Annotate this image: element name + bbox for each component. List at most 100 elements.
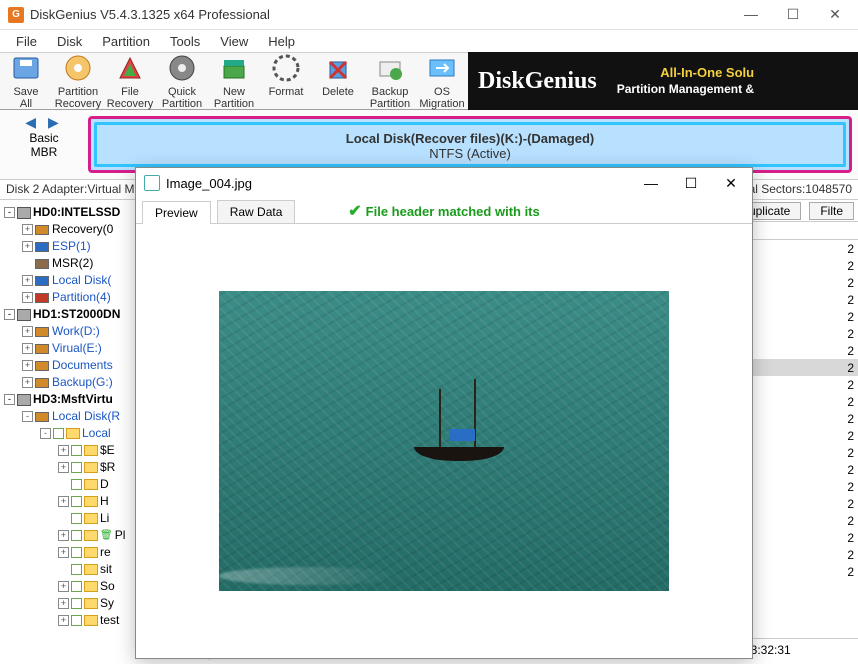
file-date-trunc: 2 xyxy=(774,327,854,341)
file-date-trunc: 2 xyxy=(774,565,854,579)
checkbox[interactable] xyxy=(71,445,82,456)
checkbox[interactable] xyxy=(71,564,82,575)
tree-toggle-icon[interactable]: + xyxy=(22,360,33,371)
checkbox[interactable] xyxy=(71,513,82,524)
filerec-icon xyxy=(114,52,146,84)
toolbar-format-button[interactable]: Format xyxy=(260,52,312,110)
checkbox[interactable] xyxy=(71,479,82,490)
menu-partition[interactable]: Partition xyxy=(92,32,160,51)
menu-view[interactable]: View xyxy=(210,32,258,51)
partition-icon xyxy=(35,378,49,388)
tree-toggle-icon[interactable]: + xyxy=(22,326,33,337)
tree-toggle-icon[interactable]: + xyxy=(58,547,69,558)
partition-icon xyxy=(35,242,49,252)
hdd-icon xyxy=(17,394,31,406)
file-date-trunc: 2 xyxy=(774,276,854,290)
folder-icon xyxy=(84,479,98,490)
checkbox[interactable] xyxy=(71,547,82,558)
preview-minimize-button[interactable]: — xyxy=(638,175,664,192)
toolbar-save-button[interactable]: SaveAll xyxy=(0,52,52,110)
window-buttons: — ☐ ✕ xyxy=(736,6,850,23)
tree-label: Virual(E:) xyxy=(52,340,102,357)
file-date-trunc: 2 xyxy=(774,344,854,358)
maximize-button[interactable]: ☐ xyxy=(778,6,808,23)
preview-close-button[interactable]: ✕ xyxy=(718,175,744,192)
nav-label1: Basic xyxy=(0,131,88,145)
toolbar-osmig-button[interactable]: OSMigration xyxy=(416,52,468,110)
folder-icon xyxy=(84,598,98,609)
folder-icon xyxy=(66,428,80,439)
preview-tabs: Preview Raw Data ✔ File header matched w… xyxy=(136,198,752,224)
file-date-trunc: 2 xyxy=(774,395,854,409)
tree-toggle-icon[interactable]: + xyxy=(22,275,33,286)
image-file-icon xyxy=(144,175,160,191)
toolbar-newp-button[interactable]: NewPartition xyxy=(208,52,260,110)
menu-disk[interactable]: Disk xyxy=(47,32,92,51)
tree-label: Local Disk(R xyxy=(52,408,120,425)
close-button[interactable]: ✕ xyxy=(820,6,850,23)
tree-toggle-icon[interactable]: - xyxy=(40,428,51,439)
tree-toggle-icon[interactable]: - xyxy=(4,309,15,320)
tree-toggle-icon[interactable]: - xyxy=(4,207,15,218)
banner-tag2: Partition Management & xyxy=(617,82,754,98)
toolbar-quick-button[interactable]: QuickPartition xyxy=(156,52,208,110)
header-match-text: File header matched with its xyxy=(366,204,540,219)
tree-label: Documents xyxy=(52,357,113,374)
banner-tag1: All-In-One Solu xyxy=(617,65,754,82)
tree-label: ESP(1) xyxy=(52,238,91,255)
minimize-button[interactable]: — xyxy=(736,6,766,23)
newp-icon xyxy=(218,52,250,84)
partition-icon xyxy=(35,327,49,337)
tab-preview[interactable]: Preview xyxy=(142,201,211,224)
tree-toggle-icon[interactable]: + xyxy=(58,496,69,507)
tree-toggle-icon[interactable]: + xyxy=(22,377,33,388)
tree-label: So xyxy=(100,578,115,595)
nav-arrows[interactable]: ◀ ▶ xyxy=(0,114,88,131)
partition-icon xyxy=(35,225,49,235)
hdd-icon xyxy=(17,207,31,219)
toolbar-backup-button[interactable]: BackupPartition xyxy=(364,52,416,110)
filter-button[interactable]: Filte xyxy=(809,202,854,220)
checkbox[interactable] xyxy=(71,496,82,507)
tree-label: Partition(4) xyxy=(52,289,111,306)
tree-toggle-icon[interactable]: + xyxy=(22,343,33,354)
tree-toggle-icon[interactable]: + xyxy=(22,292,33,303)
checkbox[interactable] xyxy=(53,428,64,439)
menu-tools[interactable]: Tools xyxy=(160,32,210,51)
folder-icon xyxy=(84,581,98,592)
status-right: tal Sectors:1048570 xyxy=(745,182,852,197)
tree-toggle-icon[interactable]: + xyxy=(58,462,69,473)
file-date-trunc: 2 xyxy=(774,259,854,273)
preview-maximize-button[interactable]: ☐ xyxy=(678,175,704,192)
tree-toggle-icon[interactable]: + xyxy=(22,241,33,252)
tree-label: Pl xyxy=(115,527,126,544)
tree-label: $E xyxy=(100,442,115,459)
tree-toggle-icon[interactable]: + xyxy=(58,615,69,626)
tree-toggle-icon[interactable]: + xyxy=(58,598,69,609)
toolbar-filerec-button[interactable]: FileRecovery xyxy=(104,52,156,110)
tree-toggle-icon[interactable]: + xyxy=(58,581,69,592)
toolbar-partrec-button[interactable]: PartitionRecovery xyxy=(52,52,104,110)
menu-file[interactable]: File xyxy=(6,32,47,51)
tree-toggle-icon[interactable]: + xyxy=(58,530,69,541)
checkbox[interactable] xyxy=(71,615,82,626)
tree-toggle-icon[interactable]: + xyxy=(58,445,69,456)
menu-help[interactable]: Help xyxy=(258,32,305,51)
file-date-trunc: 2 xyxy=(774,548,854,562)
toolbar-delete-button[interactable]: Delete xyxy=(312,52,364,110)
checkbox[interactable] xyxy=(71,462,82,473)
tree-label: Li xyxy=(100,510,109,527)
tree-toggle-icon[interactable]: + xyxy=(22,224,33,235)
file-date-trunc: 2 xyxy=(774,361,854,375)
partition-box[interactable]: Local Disk(Recover files)(K:)-(Damaged) … xyxy=(88,116,852,173)
tree-toggle-icon[interactable]: - xyxy=(4,394,15,405)
delete-icon xyxy=(322,52,354,84)
checkbox[interactable] xyxy=(71,598,82,609)
tree-label: Local Disk( xyxy=(52,272,111,289)
tab-raw-data[interactable]: Raw Data xyxy=(217,200,296,223)
file-date-trunc: 2 xyxy=(774,310,854,324)
tree-label: test xyxy=(100,612,119,629)
checkbox[interactable] xyxy=(71,581,82,592)
tree-toggle-icon[interactable]: - xyxy=(22,411,33,422)
checkbox[interactable] xyxy=(71,530,82,541)
